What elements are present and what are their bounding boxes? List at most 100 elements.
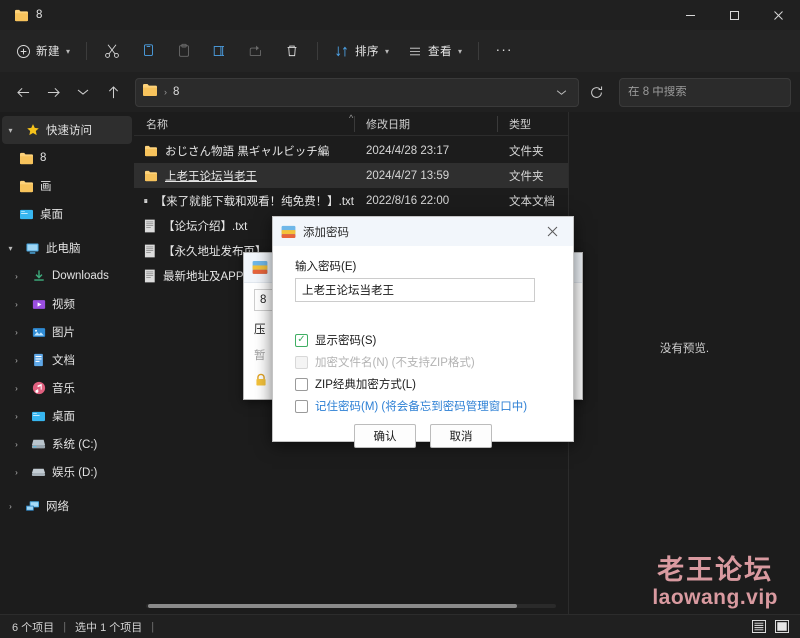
chevron-down-icon[interactable]: ▾ [2, 244, 19, 253]
sidebar-item-hua[interactable]: 画 [2, 172, 132, 200]
preview-pane: 没有预览. 老王论坛 laowang.vip [568, 112, 800, 614]
chevron-right-icon[interactable]: › [8, 300, 25, 309]
sidebar-item-quick-access[interactable]: ▾ 快速访问 [2, 116, 132, 144]
view-button[interactable]: 查看 ▾ [399, 36, 470, 66]
winrar-icon [281, 225, 296, 238]
tab-title: 8 [36, 9, 43, 21]
file-name-text: 上老王论坛当老王 [165, 170, 257, 183]
list-view-icon [751, 620, 766, 633]
close-button[interactable] [756, 0, 800, 30]
checkbox-label: 加密文件名(N) (不支持ZIP格式) [315, 357, 475, 369]
paste-button[interactable] [167, 36, 201, 66]
search-box[interactable] [619, 77, 791, 107]
chevron-right-icon[interactable]: › [8, 440, 25, 449]
checkbox-label: ZIP经典加密方式(L) [315, 379, 416, 391]
folder-icon [18, 152, 35, 165]
rename-button[interactable] [203, 36, 237, 66]
chevron-right-icon[interactable]: › [8, 328, 25, 337]
breadcrumb-dropdown-button[interactable] [550, 80, 572, 104]
sidebar-item-downloads[interactable]: › Downloads [2, 262, 132, 290]
desktop-folder-icon [18, 208, 35, 221]
sidebar-label: 娱乐 (D:) [52, 467, 98, 479]
file-name-cell: 上老王论坛当老王 [134, 163, 354, 188]
sidebar-item-network[interactable]: › 网络 [2, 492, 132, 520]
table-row[interactable]: 【来了就能下载和观看！纯免费！】.txt 2022/8/16 22:00 文本文… [134, 188, 568, 213]
table-row[interactable]: 上老王论坛当老王 2024/4/27 13:59 文件夹 [134, 163, 568, 188]
sidebar-item-documents[interactable]: › 文档 [2, 346, 132, 374]
show-password-checkbox-row[interactable]: ✓ 显示密码(S) [295, 332, 561, 348]
sidebar-item-desktop[interactable]: › 桌面 [2, 402, 132, 430]
column-header-name[interactable]: 名称 [134, 112, 354, 136]
chevron-right-icon[interactable]: › [8, 468, 25, 477]
new-button[interactable]: 新建 ▾ [8, 36, 78, 66]
maximize-button[interactable] [712, 0, 756, 30]
recent-locations-button[interactable] [69, 78, 97, 106]
back-arrow-icon [16, 87, 29, 97]
remember-password-checkbox-row[interactable]: 记住密码(M) (将会备忘到密码管理窗口中) [295, 398, 561, 414]
chevron-right-icon[interactable]: › [8, 412, 25, 421]
sidebar-item-videos[interactable]: › 视频 [2, 290, 132, 318]
scrollbar-track[interactable] [146, 604, 556, 608]
chevron-down-icon[interactable]: ▾ [2, 126, 19, 135]
up-button[interactable] [99, 78, 127, 106]
checkbox-box[interactable]: ✓ [295, 333, 308, 347]
scrollbar-thumb[interactable] [148, 604, 517, 608]
add-password-dialog[interactable]: 添加密码 输入密码(E) 上老王论坛当老王 ✓ 显示密码(S) 加密文件名(N)… [272, 216, 574, 448]
sidebar-item-drive-c[interactable]: › 系统 (C:) [2, 430, 132, 458]
checkbox-box[interactable] [295, 377, 308, 391]
more-button[interactable]: ··· [487, 36, 521, 66]
delete-button[interactable] [275, 36, 309, 66]
copy-icon [144, 44, 153, 56]
status-bar: 6 个项目 | 选中 1 个项目 | [0, 614, 800, 638]
chevron-down-icon: ▾ [385, 46, 390, 56]
list-view-button[interactable] [750, 618, 767, 635]
table-row[interactable]: おじさん物語 黒ギャルビッチ編 2024/4/28 23:17 文件夹 [134, 138, 568, 163]
folder-icon [15, 9, 28, 21]
sidebar-item-drive-d[interactable]: › 娱乐 (D:) [2, 458, 132, 486]
password-input[interactable]: 上老王论坛当老王 [295, 278, 535, 302]
navigation-pane: ▾ 快速访问 8 画 桌面 ▾ 此电脑 › Downloads › 视频 › 图… [0, 112, 134, 614]
detail-view-button[interactable] [773, 618, 790, 635]
horizontal-scrollbar[interactable] [134, 598, 568, 614]
password-field-label: 输入密码(E) [295, 261, 357, 273]
file-explorer-window: 8 新建 ▾ 排序 ▾ 查看 ▾ ··· › 8 在 8 中搜索 ▾ 快速访问 … [0, 0, 800, 638]
paste-icon [179, 43, 189, 57]
tab-8[interactable]: 8 [10, 3, 51, 27]
share-button[interactable] [239, 36, 273, 66]
search-input[interactable] [628, 86, 782, 98]
ok-button[interactable]: 确认 [354, 424, 416, 448]
chevron-right-icon[interactable]: › [8, 356, 25, 365]
breadcrumb[interactable]: › 8 [135, 77, 579, 107]
folder-icon [145, 145, 157, 156]
file-name-text: おじさん物語 黒ギャルビッチ編 [165, 145, 330, 158]
sidebar-item-pictures[interactable]: › 图片 [2, 318, 132, 346]
watermark: 老王论坛 laowang.vip [652, 557, 778, 609]
back-button[interactable] [9, 78, 37, 106]
rename-icon [213, 46, 225, 56]
minimize-button[interactable] [668, 0, 712, 30]
sidebar-item-8[interactable]: 8 [2, 144, 132, 172]
winrar-icon [252, 260, 268, 274]
chevron-right-icon[interactable]: › [2, 502, 19, 511]
chevron-right-icon[interactable]: › [8, 272, 25, 281]
copy-button[interactable] [131, 36, 165, 66]
refresh-button[interactable] [583, 79, 609, 105]
dialog-close-button[interactable] [535, 218, 569, 246]
cancel-button[interactable]: 取消 [430, 424, 492, 448]
column-header-date[interactable]: 修改日期 [354, 112, 497, 136]
breadcrumb-separator: › [164, 87, 167, 97]
file-type-cell: 文件夹 [509, 170, 544, 183]
sidebar-label: 网络 [46, 501, 69, 513]
cut-button[interactable] [95, 36, 129, 66]
maximize-icon [729, 10, 739, 20]
folder-icon [18, 180, 35, 193]
sort-button[interactable]: 排序 ▾ [326, 36, 397, 66]
sidebar-item-desktop-quick[interactable]: 桌面 [2, 200, 132, 228]
zip-legacy-encryption-checkbox-row[interactable]: ZIP经典加密方式(L) [295, 376, 561, 392]
sidebar-item-music[interactable]: › 音乐 [2, 374, 132, 402]
forward-button[interactable] [39, 78, 67, 106]
checkbox-box[interactable] [295, 399, 308, 413]
sidebar-item-this-pc[interactable]: ▾ 此电脑 [2, 234, 132, 262]
chevron-right-icon[interactable]: › [8, 384, 25, 393]
sidebar-label: Downloads [52, 270, 109, 282]
